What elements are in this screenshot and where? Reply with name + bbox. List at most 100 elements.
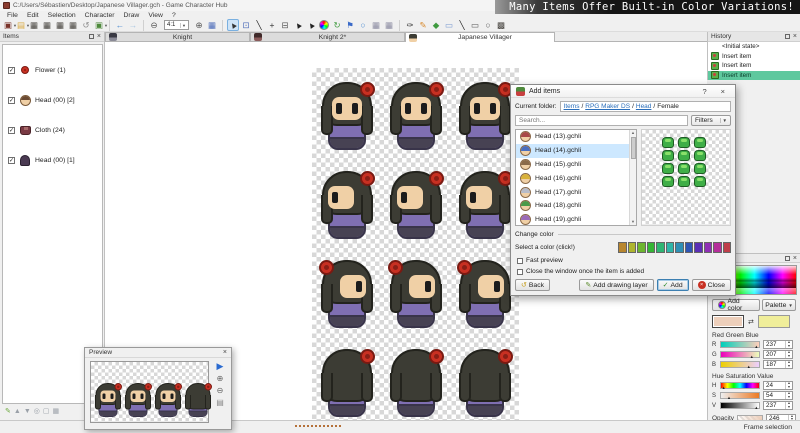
zoom-out-icon[interactable]: ⊖ — [148, 19, 160, 31]
fill-tool-icon[interactable]: ◆ — [430, 19, 442, 31]
new-character-icon[interactable]: ▣▼ — [2, 19, 14, 31]
stepper-arrows[interactable]: ▲▼ — [785, 382, 792, 389]
fast-preview-checkbox[interactable] — [517, 258, 523, 264]
cursor-b-tool-icon[interactable]: ▲ — [292, 19, 304, 31]
grid-small-icon[interactable]: ▦ — [52, 408, 59, 415]
stepper-arrows[interactable]: ▲▼ — [785, 351, 792, 358]
secondary-color-swatch[interactable] — [758, 315, 790, 328]
slider-marker[interactable]: ▲ — [750, 355, 754, 359]
swap-colors-icon[interactable]: ⇄ — [748, 318, 754, 326]
redo-icon[interactable]: → — [127, 19, 139, 31]
add-layer-icon[interactable]: ✎ — [5, 408, 11, 415]
primary-color-swatch[interactable] — [712, 315, 744, 328]
sheet-a-icon[interactable]: ▦ — [370, 19, 382, 31]
zoom-in-icon[interactable]: ⊕ — [217, 375, 224, 383]
file-list-item[interactable]: Head (16).gchli — [516, 171, 636, 185]
color-variant-swatch[interactable] — [666, 242, 675, 253]
pen-tool-icon[interactable]: ✑ — [404, 19, 416, 31]
v-slider[interactable]: ▲ — [720, 402, 760, 409]
scroll-down-icon[interactable]: ▼ — [631, 219, 635, 225]
color-variant-swatch[interactable] — [637, 242, 646, 253]
menu-item[interactable]: View — [144, 12, 167, 19]
file-list-item[interactable]: Head (13).gchli — [516, 130, 636, 144]
minus-tool-icon[interactable]: ⊟ — [279, 19, 291, 31]
list-item[interactable]: ✓Head (00) [2] — [3, 85, 102, 115]
cursor-tool-icon[interactable]: ▲ — [227, 19, 239, 31]
slider-marker[interactable]: ▲ — [727, 396, 731, 400]
color-variant-swatch[interactable] — [694, 242, 703, 253]
flag-icon[interactable]: ⚑ — [344, 19, 356, 31]
move-down-icon[interactable]: ▼ — [24, 408, 31, 415]
close-icon[interactable]: × — [716, 87, 730, 96]
h-slider[interactable]: ▲ — [720, 382, 760, 389]
ellipse-tool-icon[interactable]: ○ — [482, 19, 494, 31]
list-item[interactable]: ✓Head (00) [1] — [3, 145, 102, 175]
list-item[interactable]: ✓Flower (1) — [3, 55, 102, 85]
undo-icon[interactable]: ← — [114, 19, 126, 31]
play-icon[interactable]: ▶ — [217, 362, 224, 371]
palette-dropdown[interactable]: Palette ▼ — [762, 299, 796, 311]
g-slider[interactable]: ▲ — [720, 351, 760, 358]
sheet-b-icon[interactable]: ▦ — [383, 19, 395, 31]
close-icon[interactable]: × — [223, 349, 227, 356]
close-button[interactable]: × Close — [692, 279, 731, 291]
close-panel-icon[interactable]: × — [793, 255, 797, 262]
item-checkbox[interactable]: ✓ — [8, 127, 15, 134]
slider-marker[interactable]: ▲ — [754, 406, 758, 410]
breadcrumb-link[interactable]: RPG Maker DS — [585, 103, 630, 110]
zoom-in-icon[interactable]: ⊕ — [193, 19, 205, 31]
tab-knight[interactable]: Knight — [105, 32, 250, 41]
file-list-item[interactable]: Head (19).gchli — [516, 213, 636, 226]
file-list-item[interactable]: Head (17).gchli — [516, 185, 636, 199]
slider-marker[interactable]: ▲ — [747, 365, 751, 369]
record-icon[interactable]: ◎ — [34, 408, 40, 415]
picker-tool-icon[interactable]: ╲ — [253, 19, 265, 31]
tab-japanese-villager[interactable]: Japanese Villager — [405, 32, 555, 42]
float-panel-icon[interactable] — [785, 34, 790, 39]
item-checkbox[interactable]: ✓ — [8, 67, 15, 74]
search-input[interactable] — [515, 115, 688, 126]
file-list-scrollbar[interactable]: ▲▼ — [629, 130, 636, 225]
history-entry[interactable]: <Initial state> — [708, 42, 800, 52]
item-checkbox[interactable]: ✓ — [8, 157, 15, 164]
color-variant-swatch[interactable] — [647, 242, 656, 253]
pattern-tool-icon[interactable]: ▩ — [495, 19, 507, 31]
add-button[interactable]: ✓ Add — [657, 279, 689, 291]
scroll-up-icon[interactable]: ▲ — [631, 130, 635, 136]
h-spinbox[interactable]: 24▲▼ — [763, 381, 793, 390]
color-variant-swatch[interactable] — [723, 242, 732, 253]
color-variant-swatch[interactable] — [704, 242, 713, 253]
color-variant-swatch[interactable] — [656, 242, 665, 253]
new-page-icon[interactable]: ▢ — [43, 408, 50, 415]
stepper-arrows[interactable]: ▲▼ — [785, 361, 792, 368]
close-panel-icon[interactable]: × — [97, 33, 101, 40]
eraser-tool-icon[interactable]: ▭ — [443, 19, 455, 31]
close-panel-icon[interactable]: × — [793, 33, 797, 40]
breadcrumb-link[interactable]: Items — [564, 103, 580, 110]
close-window-checkbox[interactable] — [517, 269, 523, 275]
grid-icon[interactable]: ▦ — [206, 19, 218, 31]
menu-item[interactable]: ? — [168, 12, 180, 19]
zoom-level-select[interactable]: 4:1▼ — [164, 20, 189, 30]
file-list-item[interactable]: Head (14).gchli — [516, 144, 636, 158]
rect-tool-icon[interactable]: ▭ — [469, 19, 481, 31]
tab-knight-2-[interactable]: Knight 2* — [250, 32, 405, 41]
marquee-tool-icon[interactable]: ⊡ — [240, 19, 252, 31]
line-tool-icon[interactable]: ╲ — [456, 19, 468, 31]
history-entry[interactable]: Insert item — [708, 52, 800, 62]
color-variant-swatch[interactable] — [675, 242, 684, 253]
filters-button[interactable]: Filters ▼ — [691, 115, 731, 126]
color-variant-swatch[interactable] — [685, 242, 694, 253]
file-list-item[interactable]: Head (18).gchli — [516, 199, 636, 213]
add-drawing-layer-button[interactable]: ✎ Add drawing layer — [579, 279, 653, 291]
slider-marker[interactable]: ▲ — [754, 345, 758, 349]
color-wheel-icon[interactable] — [318, 19, 330, 31]
help-icon[interactable]: ? — [697, 87, 711, 96]
r-slider[interactable]: ▲ — [720, 341, 760, 348]
s-spinbox[interactable]: 54▲▼ — [763, 391, 793, 400]
cursor-c-tool-icon[interactable]: ▲ — [305, 19, 317, 31]
history-entry[interactable]: Insert item — [708, 71, 800, 81]
move-up-icon[interactable]: ▲ — [14, 408, 21, 415]
history-entry[interactable]: Insert item — [708, 61, 800, 71]
pencil-tool-icon[interactable]: ✎ — [417, 19, 429, 31]
